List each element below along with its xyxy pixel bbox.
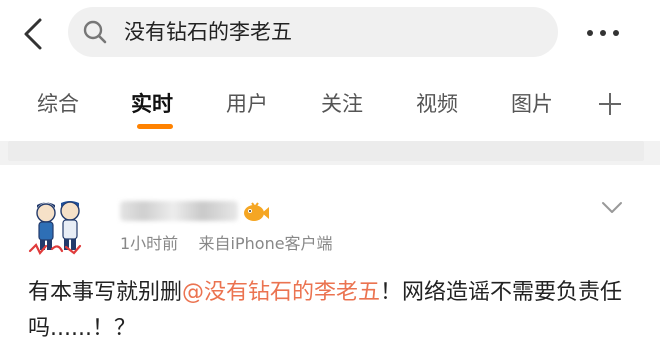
top-bar: 没有钻石的李老五 [0, 0, 660, 70]
section-divider-inner [8, 141, 644, 161]
back-chevron-icon [24, 18, 42, 50]
avatar[interactable] [22, 191, 92, 261]
post-text: 有本事写就别删@没有钻石的李老五！网络造谣不需要负责任吗......！？ [28, 275, 640, 347]
tab-images[interactable]: 图片 [511, 88, 553, 120]
tab-bar: 综合 实时 用户 关注 视频 图片 [0, 70, 660, 138]
post-card: 1小时前 来自iPhone客户端 有本事写就别删@没有钻石的李老五！网络造谣不需… [0, 165, 660, 345]
post-meta: 1小时前 来自iPhone客户端 [120, 233, 333, 255]
mention-link[interactable]: @没有钻石的李老五 [182, 280, 380, 305]
tab-videos[interactable]: 视频 [416, 88, 458, 120]
avatar-illustration [28, 201, 82, 255]
tab-following[interactable]: 关注 [321, 88, 363, 120]
search-icon [83, 20, 107, 44]
back-button[interactable] [18, 14, 52, 54]
more-dots-icon [587, 30, 619, 36]
tab-users[interactable]: 用户 [226, 88, 268, 120]
active-tab-indicator [137, 124, 173, 129]
tab-comprehensive[interactable]: 综合 [37, 88, 79, 120]
more-button[interactable] [582, 18, 626, 48]
chevron-down-icon [602, 202, 622, 213]
badge [242, 199, 270, 225]
add-tab-button[interactable] [596, 90, 624, 118]
post-options-button[interactable] [600, 197, 624, 217]
plus-icon [599, 93, 621, 115]
search-query: 没有钻石的李老五 [124, 20, 292, 44]
post-text-before: 有本事写就别删 [28, 280, 183, 305]
post-source: 来自iPhone客户端 [198, 234, 333, 253]
tab-realtime[interactable]: 实时 [131, 88, 173, 120]
fish-badge-icon [244, 202, 269, 221]
username-redacted[interactable] [120, 201, 238, 221]
search-input[interactable]: 没有钻石的李老五 [68, 7, 558, 57]
post-time: 1小时前 [120, 234, 179, 253]
